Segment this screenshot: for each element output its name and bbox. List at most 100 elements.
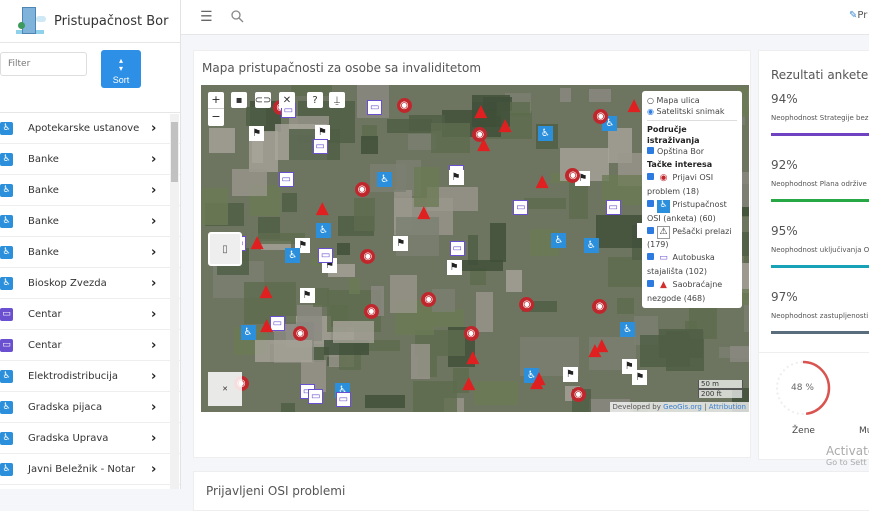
compass-icon[interactable]: ✕ [208,372,242,406]
camera-marker-icon[interactable]: ◉ [421,291,437,307]
zoom-out-button[interactable]: − [208,108,224,125]
geogis-link[interactable]: GeoGis.org [663,403,702,411]
donut-value: 48 % [791,383,814,393]
zoom-control: + − [208,92,224,126]
wheelchair-icon: ♿ [0,400,13,414]
layer-checkbox[interactable]: ♿ Pristupačnost OSI (anketa) (60) [647,199,737,224]
activate-watermark: ActivateGo to Sett [826,444,869,467]
sidebar-item[interactable]: ♿ Gradska Uprava › [0,423,180,454]
sidebar-item[interactable]: ♿ Banke › [0,206,180,237]
reported-problems-card: Prijavljeni OSI problemi [193,471,869,511]
crosswalk-marker-icon[interactable]: ⚑ [393,235,409,251]
wheelchair-marker-icon[interactable]: ♿ [377,172,393,187]
sidebar-scrollbar[interactable] [170,114,179,489]
crosswalk-marker-icon[interactable]: ⚑ [249,125,265,141]
bus-marker-icon[interactable]: ▭ [278,172,294,188]
results-title: Rezultati ankete [771,68,869,82]
area-checkbox[interactable]: Opština Bor [647,146,737,157]
accident-marker-icon[interactable]: ▲ [461,373,476,393]
help-button[interactable]: ? [307,92,323,108]
bus-marker-icon[interactable]: ▭ [335,391,351,407]
accident-marker-icon[interactable]: ▲ [532,368,547,388]
filter-input[interactable] [0,52,87,76]
accident-marker-icon[interactable]: ▲ [315,198,330,218]
sidebar-item[interactable]: ♿ Banke › [0,144,180,175]
layer-switch-button[interactable]: ▯ [208,232,242,266]
accident-marker-icon[interactable]: ▲ [416,202,431,222]
sidebar-item[interactable]: ▭ Centar › [0,330,180,361]
layer-checkbox[interactable]: ⚠ Pešački prelazi (179) [647,226,737,250]
menu-icon[interactable]: ☰ [200,9,213,25]
chevron-right-icon: › [151,151,157,167]
bus-marker-icon[interactable]: ▭ [513,200,529,215]
crosswalk-marker-icon[interactable]: ⚑ [621,358,637,374]
sidebar-item[interactable]: ♿ Banke › [0,237,180,268]
bookmark-button[interactable]: ▪ [231,92,247,108]
sidebar-item[interactable]: ♿ Elektrodistribucija › [0,361,180,392]
accident-marker-icon[interactable]: ▲ [498,115,513,135]
report-button[interactable]: ✎Pr [849,10,867,21]
sidebar-item[interactable]: ♿ Gradska pijaca › [0,392,180,423]
fullscreen-button[interactable]: ✕ [279,92,295,108]
wheelchair-marker-icon[interactable]: ♿ [285,247,301,263]
basemap-street-radio[interactable]: ○ Mapa ulica [647,95,737,106]
sidebar-item[interactable]: ♿ Javni Beležnik - Notar › [0,454,180,485]
accident-marker-icon[interactable]: ▲ [250,232,265,252]
wheelchair-marker-icon[interactable]: ♿ [240,325,256,341]
accident-marker-icon[interactable]: ▲ [627,95,642,115]
survey-result: 94% Neophodnost Strategije bez [771,92,869,136]
chevron-right-icon: › [151,399,157,415]
layer-checkbox[interactable]: ▭ Autobuska stajališta (102) [647,252,737,277]
crosswalk-marker-icon[interactable]: ⚑ [446,259,462,275]
result-bar [771,331,869,334]
bus-marker-icon[interactable]: ▭ [308,388,324,404]
measure-button[interactable]: ⊂⊃ [255,92,271,108]
wheelchair-marker-icon[interactable]: ♿ [537,126,553,142]
accident-marker-icon[interactable]: ▲ [259,281,274,301]
wheelchair-marker-icon[interactable]: ♿ [620,321,636,337]
camera-marker-icon[interactable]: ◉ [363,303,379,319]
wheelchair-marker-icon[interactable]: ♿ [315,222,331,238]
sidebar-item[interactable]: ▭ Centar › [0,299,180,330]
brand[interactable]: Pristupačnost Bor [0,0,180,43]
chevron-right-icon: › [151,430,157,446]
wheelchair-icon: ♿ [0,462,13,476]
reported-problems-title: Prijavljeni OSI problemi [206,484,346,498]
chevron-right-icon: › [151,461,157,477]
layer-checkbox[interactable]: ◉ Prijavi OSI problem (18) [647,172,737,197]
accident-marker-icon[interactable]: ▲ [473,101,488,121]
crosswalk-marker-icon[interactable]: ⚑ [299,288,315,304]
layer-checkbox[interactable]: ▲ Saobraćajne nezgode (468) [647,279,737,304]
donut-label-men: Mu [859,426,869,436]
wheelchair-icon: ♿ [0,276,13,290]
sidebar-item[interactable]: ♿ Bioskop Zvezda › [0,268,180,299]
crosswalk-marker-icon[interactable]: ⚑ [562,366,578,382]
bus-marker-icon[interactable]: ▭ [312,139,328,154]
bus-marker-icon[interactable]: ▭ [318,247,334,263]
camera-marker-icon[interactable]: ◉ [354,181,370,197]
accident-marker-icon[interactable]: ▲ [259,315,274,335]
wheelchair-marker-icon[interactable]: ♿ [551,232,567,248]
map[interactable]: ⚑▲◉◉▭♿◉▭♿⚑▭♿▭♿⚑▭⚑◉◉▭⚑▲◉▲⚑◉⚑▲▲▭▭⚑⚑▲♿♿▲▭♿▲… [201,85,749,412]
attribution-link[interactable]: Attribution [709,403,746,411]
bus-marker-icon[interactable]: ▭ [449,241,465,257]
bus-icon: ▭ [0,338,13,352]
search-icon[interactable] [231,10,244,23]
brand-name: Pristupačnost Bor [54,13,169,29]
crosswalk-marker-icon[interactable]: ⚑ [448,169,464,185]
sidebar-item[interactable]: ♿ Apotekarske ustanove › [0,113,180,144]
camera-marker-icon[interactable]: ◉ [472,126,488,142]
locate-button[interactable]: ⍊ [329,92,345,108]
accident-marker-icon[interactable]: ▲ [594,335,609,355]
sort-button[interactable]: ▴ ▾ Sort [101,50,141,88]
camera-marker-icon[interactable]: ◉ [463,326,479,342]
basemap-satellite-radio[interactable]: ◉ Satelitski snimak [647,106,737,117]
sidebar-item[interactable]: ♿ Banke › [0,175,180,206]
bus-marker-icon[interactable]: ▭ [367,100,383,116]
accident-marker-icon[interactable]: ▲ [465,347,480,367]
bus-marker-icon[interactable]: ▭ [605,199,621,215]
wheelchair-marker-icon[interactable]: ♿ [583,238,599,254]
camera-marker-icon[interactable]: ◉ [292,326,308,342]
accident-marker-icon[interactable]: ▲ [535,171,550,191]
zoom-in-button[interactable]: + [208,92,224,108]
